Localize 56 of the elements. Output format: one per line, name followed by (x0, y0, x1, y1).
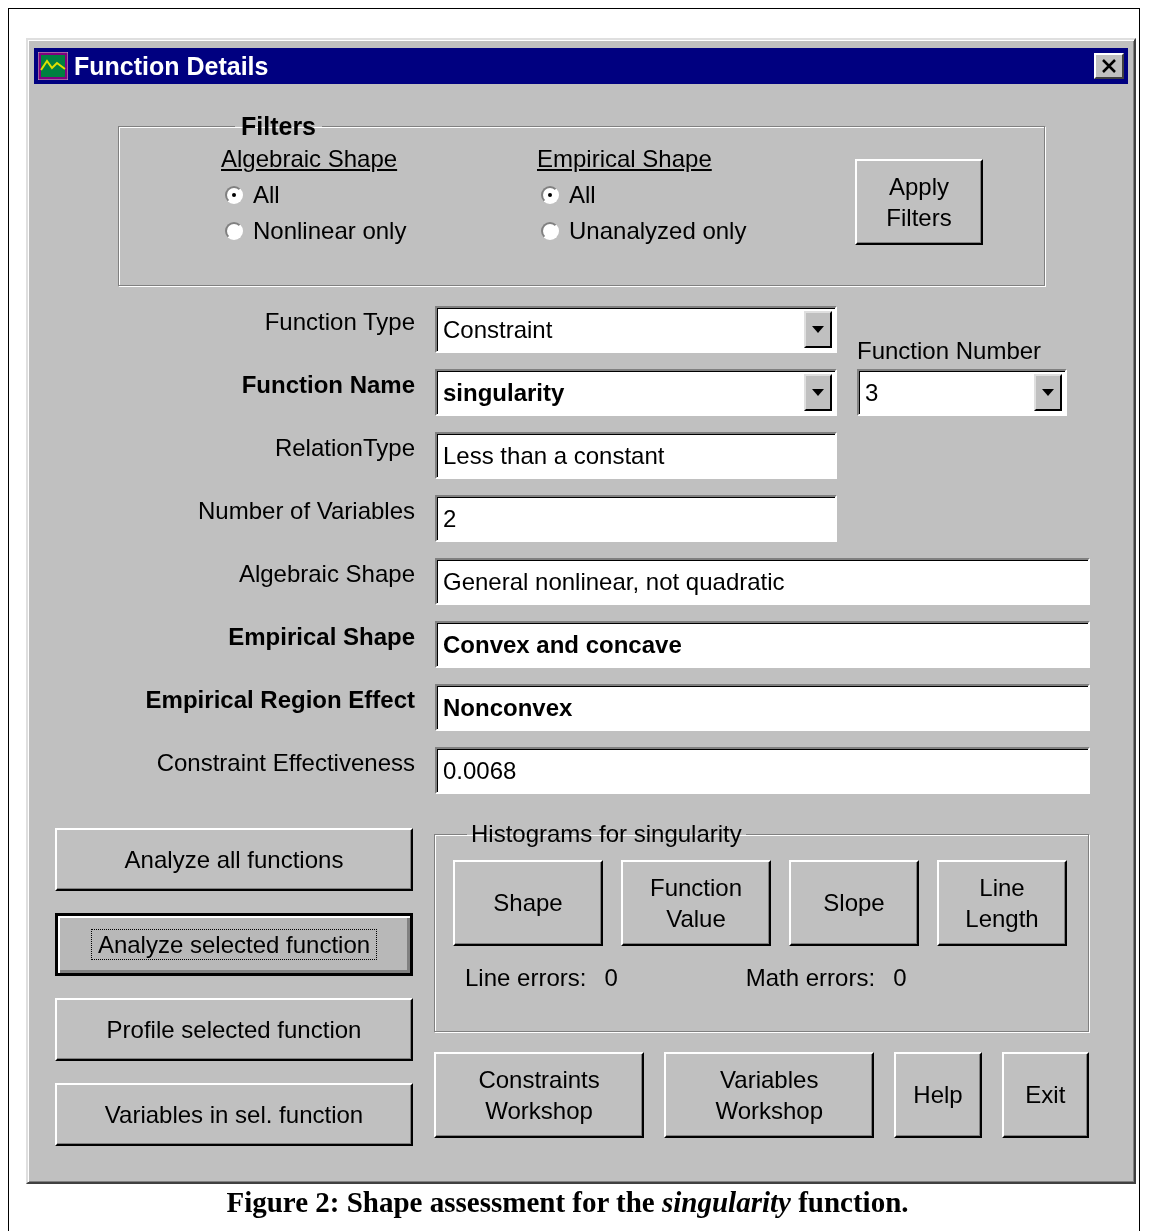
field-label: Empirical Region Effect (145, 686, 415, 714)
radio-label: Nonlinear only (253, 217, 407, 245)
field-label: Constraint Effectiveness (156, 749, 415, 777)
line-errors-label: Line errors: (465, 964, 587, 992)
chart-icon (38, 52, 68, 80)
histogram-button[interactable]: Slope (789, 860, 919, 946)
field-label: Function Type (264, 308, 415, 336)
math-errors-value: 0 (893, 964, 907, 992)
radio-button[interactable] (225, 186, 243, 204)
close-button[interactable] (1094, 53, 1124, 79)
text-field[interactable]: Convex and concave (435, 621, 1090, 668)
field-label: Function Name (241, 371, 415, 399)
math-errors-label: Math errors: (745, 964, 876, 992)
footer-button[interactable]: Help (894, 1052, 982, 1138)
text-field[interactable]: Nonconvex (435, 684, 1090, 731)
text-field[interactable]: General nonlinear, not quadratic (435, 558, 1090, 605)
field-label: RelationType (274, 434, 415, 462)
radio-button[interactable] (225, 222, 243, 240)
action-button[interactable]: Analyze selected function (55, 913, 413, 976)
close-icon (1101, 59, 1117, 73)
histogram-button[interactable]: Shape (453, 860, 603, 946)
radio-option[interactable]: Unanalyzed only (541, 217, 853, 245)
radio-label: Unanalyzed only (569, 217, 747, 245)
radio-label: All (569, 181, 596, 209)
footer-button[interactable]: Exit (1001, 1052, 1089, 1138)
radio-label: All (253, 181, 280, 209)
apply-filters-button[interactable]: Apply Filters (855, 159, 983, 245)
histogram-button[interactable]: Function Value (621, 860, 771, 946)
dropdown-field[interactable]: Constraint (435, 306, 837, 353)
radio-option[interactable]: All (541, 181, 853, 209)
action-button[interactable]: Analyze all functions (55, 828, 413, 891)
text-field[interactable]: 0.0068 (435, 747, 1090, 794)
field-label: Algebraic Shape (238, 560, 415, 588)
field-label: Function Number (857, 337, 1043, 365)
radio-button[interactable] (541, 186, 559, 204)
footer-button[interactable]: Constraints Workshop (434, 1052, 645, 1138)
field-label: Empirical Shape (228, 623, 415, 651)
action-button[interactable]: Variables in sel. function (55, 1083, 413, 1146)
group-heading: Algebraic Shape (221, 145, 399, 173)
radio-option[interactable]: Nonlinear only (225, 217, 537, 245)
line-errors-value: 0 (604, 964, 618, 992)
group-title: Filters (240, 112, 318, 141)
dropdown-field[interactable]: 3 (857, 369, 1067, 416)
group-heading: Empirical Shape (537, 145, 713, 173)
text-field[interactable]: Less than a constant (435, 432, 837, 479)
radio-button[interactable] (541, 222, 559, 240)
action-button[interactable]: Profile selected function (55, 998, 413, 1061)
dropdown-field[interactable]: singularity (435, 369, 837, 416)
field-label: Number of Variables (198, 497, 415, 525)
group-title: Histograms for singularity (470, 820, 743, 848)
radio-option[interactable]: All (225, 181, 537, 209)
histogram-button[interactable]: Line Length (937, 860, 1067, 946)
window-title: Function Details (74, 51, 270, 81)
text-field[interactable]: 2 (435, 495, 837, 542)
figure-caption: Figure 2: Shape assessment for the singularity function. (225, 1186, 910, 1219)
footer-button[interactable]: Variables Workshop (664, 1052, 875, 1138)
